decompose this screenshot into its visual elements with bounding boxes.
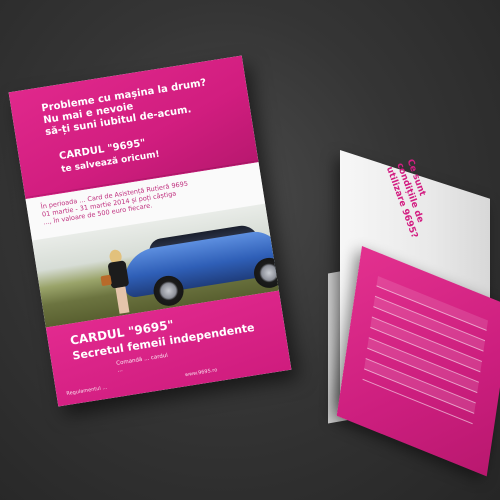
website-url: www.9695.ro <box>184 367 218 379</box>
closed-brochure: Probleme cu mașina la drum? Nu mai e nev… <box>8 55 292 407</box>
woman-figure <box>100 248 137 317</box>
woman-legs <box>115 286 130 314</box>
handbag <box>100 274 112 287</box>
footer-note: Regulamentul ... <box>66 384 108 398</box>
brochure-headline: Probleme cu mașina la drum? Nu mai e nev… <box>41 74 234 139</box>
open-brochure: Ce sunt condițiile de utilizare 9695? <box>328 150 500 477</box>
